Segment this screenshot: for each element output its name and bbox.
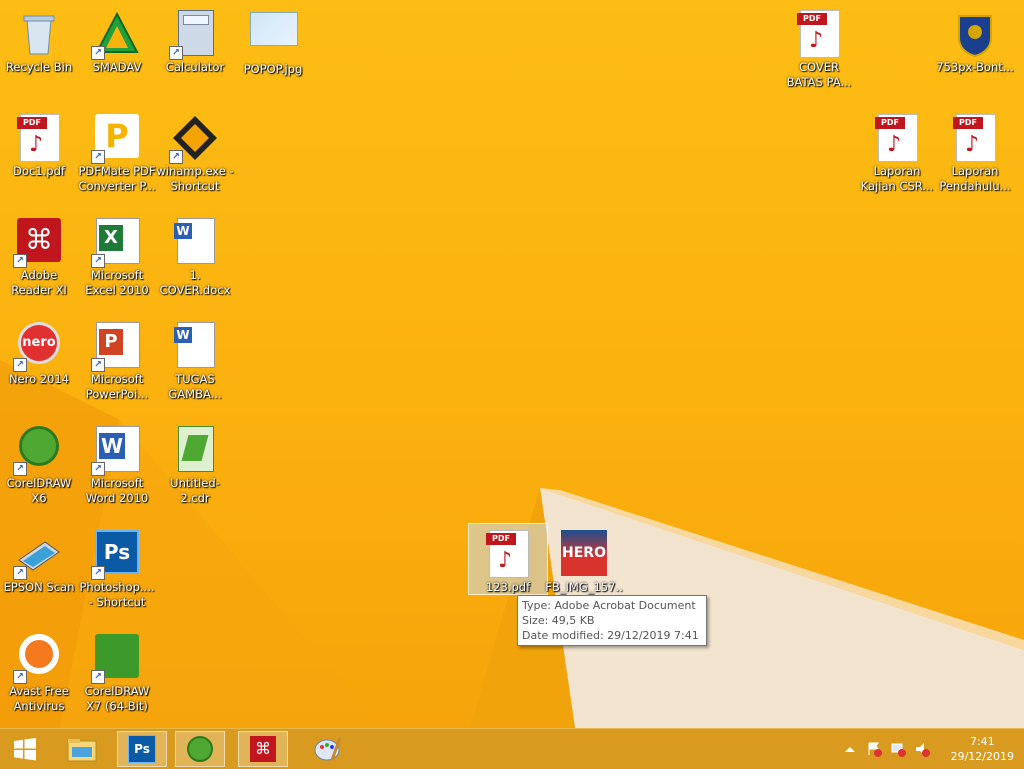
file-123-pdf-icon[interactable]: PDF ♪ 123.pdf xyxy=(468,523,548,595)
label: Calculator xyxy=(165,60,225,74)
tooltip-modified: Date modified: 29/12/2019 7:41 xyxy=(522,629,699,642)
label: Nero 2014 xyxy=(8,372,70,386)
paint-taskbar-button[interactable] xyxy=(302,731,352,767)
label: Microsoft PowerPoi... xyxy=(85,372,149,401)
coreldraw-taskbar-button[interactable] xyxy=(175,731,225,767)
label: EPSON Scan xyxy=(3,580,75,594)
popop-jpg-icon[interactable]: POPOP.jpg xyxy=(234,4,312,77)
trash-icon xyxy=(23,15,55,55)
epson-scan-icon[interactable]: ↗ EPSON Scan xyxy=(0,524,78,595)
tooltip-size: Size: 49,5 KB xyxy=(522,614,595,627)
powerpoint-icon[interactable]: P ↗ Microsoft PowerPoi... xyxy=(78,316,156,402)
label: TUGAS GAMBA... xyxy=(168,372,222,401)
cover-docx-icon[interactable]: W 1. COVER.docx xyxy=(156,212,234,298)
laporan-pendahuluan-pdf-icon[interactable]: PDF ♪ Laporan Pendahulu... xyxy=(936,108,1014,194)
folder-icon xyxy=(67,739,97,762)
label: Avast Free Antivirus xyxy=(9,684,69,713)
adobe-reader-icon: ⌘ xyxy=(250,736,276,762)
cover-batas-pdf-icon[interactable]: PDF ♪ COVER BATAS PA... xyxy=(780,4,858,90)
laporan-kajian-pdf-icon[interactable]: PDF ♪ Laporan Kajian CSR... xyxy=(858,108,936,194)
label: 753px-Bont... xyxy=(936,60,1014,74)
photoshop-icon[interactable]: Ps ↗ Photoshop.... - Shortcut xyxy=(78,524,156,610)
label: winamp.exe - Shortcut xyxy=(156,164,234,193)
palette-icon xyxy=(314,737,342,761)
emblem-icon xyxy=(958,15,992,58)
label: Doc1.pdf xyxy=(13,164,65,178)
label: POPOP.jpg xyxy=(243,62,303,76)
doc1-pdf-icon[interactable]: PDF ♪ Doc1.pdf xyxy=(0,108,78,179)
nero-icon[interactable]: nero ↗ Nero 2014 xyxy=(0,316,78,387)
adobe-reader-icon[interactable]: ⌘ ↗ Adobe Reader XI xyxy=(0,212,78,298)
label: Untitled-2.cdr xyxy=(170,476,220,505)
tugas-icon[interactable]: W TUGAS GAMBA... xyxy=(156,316,234,402)
show-hidden-icons-icon[interactable] xyxy=(842,741,858,757)
label: COVER BATAS PA... xyxy=(786,60,852,89)
clock-time: 7:41 xyxy=(969,735,995,748)
label: 123.pdf xyxy=(485,580,531,594)
volume-icon[interactable] xyxy=(914,741,930,757)
file-explorer-button[interactable] xyxy=(57,731,107,767)
label: Adobe Reader XI xyxy=(11,268,67,297)
adobe-reader-taskbar-button[interactable]: ⌘ xyxy=(238,731,288,767)
coreldraw-icon xyxy=(187,736,213,762)
word-icon[interactable]: W ↗ Microsoft Word 2010 xyxy=(78,420,156,506)
bontang-image-icon[interactable]: 753px-Bont... xyxy=(936,4,1014,75)
photoshop-taskbar-button[interactable]: Ps xyxy=(117,731,167,767)
coreldraw-x6-icon[interactable]: ↗ CorelDRAW X6 xyxy=(0,420,78,506)
label: Recycle Bin xyxy=(5,60,73,74)
label: CorelDRAW X6 xyxy=(6,476,72,505)
label: SMADAV xyxy=(92,60,142,74)
start-button[interactable] xyxy=(0,731,50,767)
excel-icon[interactable]: X ↗ Microsoft Excel 2010 xyxy=(78,212,156,298)
winamp-icon[interactable]: ↗ winamp.exe - Shortcut xyxy=(156,108,234,194)
calculator-icon[interactable]: ↗ Calculator xyxy=(156,4,234,75)
file-tooltip: Type: Adobe Acrobat Document Size: 49,5 … xyxy=(517,595,707,646)
clock[interactable]: 7:41 29/12/2019 xyxy=(951,734,1014,764)
action-center-icon[interactable] xyxy=(866,741,882,757)
label: Microsoft Excel 2010 xyxy=(85,268,149,297)
label: Laporan Kajian CSR... xyxy=(860,164,934,193)
smadav-icon[interactable]: ↗ SMADAV xyxy=(78,4,156,75)
label: PDFMate PDF Converter P... xyxy=(78,164,156,193)
label: CorelDRAW X7 (64-Bit) xyxy=(84,684,150,713)
coreldraw-x7-icon[interactable]: ↗ CorelDRAW X7 (64-Bit) xyxy=(78,628,156,714)
pdfmate-icon[interactable]: P ↗ PDFMate PDF Converter P... xyxy=(78,108,156,194)
recycle-bin-icon[interactable]: Recycle Bin xyxy=(0,4,78,75)
clock-date: 29/12/2019 xyxy=(950,750,1014,763)
taskbar: Ps ⌘ 7:41 29/12/2019 xyxy=(0,728,1024,769)
windows-logo-icon xyxy=(14,738,36,761)
desktop[interactable]: Recycle Bin PDF ♪ Doc1.pdf ⌘ ↗ Adobe Reade… xyxy=(0,0,1024,728)
tooltip-type: Type: Adobe Acrobat Document xyxy=(522,599,696,612)
label: Microsoft Word 2010 xyxy=(85,476,149,505)
network-icon[interactable] xyxy=(890,741,906,757)
avast-icon[interactable]: ↗ Avast Free Antivirus xyxy=(0,628,78,714)
label: Laporan Pendahulu... xyxy=(939,164,1011,193)
untitled-cdr-icon[interactable]: Untitled-2.cdr xyxy=(156,420,234,506)
photoshop-icon: Ps xyxy=(128,735,156,763)
label: Photoshop.... - Shortcut xyxy=(79,580,155,609)
label: 1. COVER.docx xyxy=(159,268,231,297)
